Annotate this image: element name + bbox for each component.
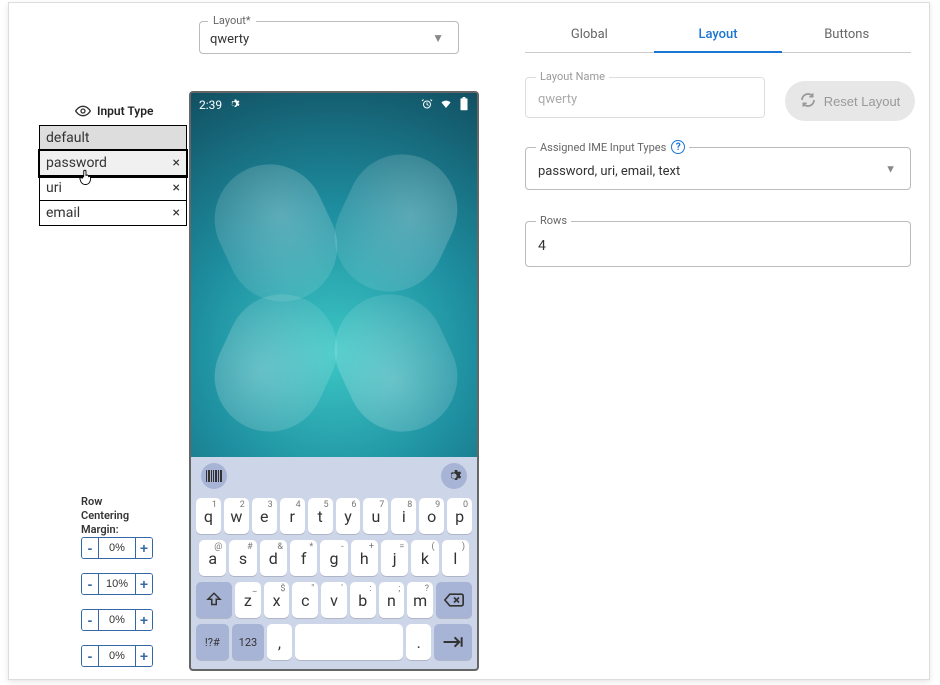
enter-key[interactable]	[434, 624, 472, 660]
key-x[interactable]: x$	[264, 582, 290, 618]
assigned-ime-types-value: password, uri, email, text	[538, 164, 680, 179]
key-p[interactable]: p0	[447, 498, 472, 534]
key-a[interactable]: a@	[199, 540, 226, 576]
layout-select-label: Layout*	[208, 14, 256, 27]
key-h[interactable]: h+	[351, 540, 378, 576]
decrement-button[interactable]: -	[82, 538, 99, 558]
wifi-icon	[439, 98, 453, 113]
gear-icon	[228, 98, 240, 113]
right-tabs: GlobalLayoutButtons	[525, 17, 911, 53]
phone-preview: 2:39	[189, 91, 479, 671]
remove-icon[interactable]: ×	[173, 205, 180, 221]
layout-name-label: Layout Name	[536, 70, 609, 83]
key-c[interactable]: c"	[292, 582, 318, 618]
keyboard-settings-icon[interactable]	[441, 463, 467, 489]
key-o[interactable]: o9	[419, 498, 444, 534]
input-type-option-default[interactable]: default	[40, 126, 186, 151]
key-r[interactable]: r4	[280, 498, 305, 534]
layout-name-placeholder: qwerty	[538, 92, 577, 107]
key-k[interactable]: k(	[411, 540, 438, 576]
row-centering-margin-controls: -+-+-+-+	[81, 537, 153, 667]
phone-time: 2:39	[199, 98, 222, 112]
keyboard-preview: q1w2e3r4t5y6u7i8o9p0 a@s#d&f*g-h+j=k(l) …	[191, 457, 477, 669]
margin-stepper: -+	[81, 645, 153, 667]
battery-icon	[459, 97, 469, 114]
input-type-options: default password × uri × email ×	[39, 125, 187, 226]
key-b[interactable]: b:	[350, 582, 376, 618]
key-,[interactable]: ,	[267, 624, 291, 660]
key-!?#[interactable]: !?#	[196, 624, 229, 660]
key-j[interactable]: j=	[381, 540, 408, 576]
key-w[interactable]: w2	[224, 498, 249, 534]
barcode-icon[interactable]	[201, 463, 227, 489]
key-y[interactable]: y6	[336, 498, 361, 534]
eye-icon	[75, 103, 91, 119]
key-.[interactable]: .	[406, 624, 430, 660]
increment-button[interactable]: +	[135, 610, 152, 630]
tab-layout[interactable]: Layout	[654, 17, 783, 52]
row-centering-margin-label: RowCenteringMargin:	[81, 495, 129, 536]
tab-buttons[interactable]: Buttons	[782, 17, 911, 52]
input-type-option-label: email	[46, 205, 80, 221]
key-l[interactable]: l)	[442, 540, 469, 576]
decrement-button[interactable]: -	[82, 610, 99, 630]
assigned-ime-types-label: Assigned IME Input Types	[540, 141, 666, 154]
key-e[interactable]: e3	[252, 498, 277, 534]
margin-stepper: -+	[81, 573, 153, 595]
input-type-option-uri[interactable]: uri ×	[40, 176, 186, 201]
increment-button[interactable]: +	[135, 538, 152, 558]
key-z[interactable]: z_	[235, 582, 261, 618]
chevron-down-icon: ▼	[432, 31, 444, 45]
reset-layout-label: Reset Layout	[824, 94, 901, 109]
rows-field[interactable]: Rows 4	[525, 221, 911, 267]
alarm-icon	[421, 98, 433, 113]
chevron-down-icon: ▼	[885, 162, 896, 175]
margin-stepper: -+	[81, 537, 153, 559]
input-type-option-password[interactable]: password ×	[40, 151, 186, 176]
margin-value-input[interactable]	[99, 542, 135, 554]
shift-key[interactable]	[196, 582, 232, 618]
input-type-label: Input Type	[97, 104, 153, 118]
rows-label: Rows	[536, 214, 571, 227]
decrement-button[interactable]: -	[82, 574, 99, 594]
layout-select-value: qwerty	[210, 32, 249, 47]
help-icon[interactable]: ?	[671, 140, 685, 154]
increment-button[interactable]: +	[135, 646, 152, 666]
margin-stepper: -+	[81, 609, 153, 631]
key-d[interactable]: d&	[260, 540, 287, 576]
key-u[interactable]: u7	[363, 498, 388, 534]
backspace-key[interactable]	[436, 582, 472, 618]
key-g[interactable]: g-	[320, 540, 347, 576]
input-type-option-label: password	[46, 155, 107, 171]
key-n[interactable]: n;	[379, 582, 405, 618]
key-q[interactable]: q1	[196, 498, 221, 534]
remove-icon[interactable]: ×	[173, 180, 180, 196]
key-i[interactable]: i8	[391, 498, 416, 534]
key-v[interactable]: v'	[321, 582, 347, 618]
assigned-ime-types-field[interactable]: Assigned IME Input Types ? password, uri…	[525, 147, 911, 190]
refresh-icon	[800, 92, 816, 111]
key-f[interactable]: f*	[290, 540, 317, 576]
layout-select[interactable]: Layout* qwerty ▼	[199, 21, 459, 63]
increment-button[interactable]: +	[135, 574, 152, 594]
key-s[interactable]: s#	[229, 540, 256, 576]
tab-global[interactable]: Global	[525, 17, 654, 52]
decrement-button[interactable]: -	[82, 646, 99, 666]
reset-layout-button[interactable]: Reset Layout	[785, 81, 915, 121]
margin-value-input[interactable]	[99, 578, 135, 590]
margin-value-input[interactable]	[99, 650, 135, 662]
rows-value: 4	[538, 238, 546, 254]
remove-icon[interactable]: ×	[173, 155, 180, 171]
key-m[interactable]: m?	[407, 582, 433, 618]
key-t[interactable]: t5	[308, 498, 333, 534]
input-type-option-label: uri	[46, 180, 62, 196]
space-key[interactable]	[295, 624, 404, 660]
key-123[interactable]: 123	[232, 624, 265, 660]
margin-value-input[interactable]	[99, 614, 135, 626]
input-type-option-email[interactable]: email ×	[40, 201, 186, 225]
layout-name-field[interactable]: Layout Name qwerty	[525, 77, 765, 118]
input-type-option-label: default	[46, 130, 90, 146]
